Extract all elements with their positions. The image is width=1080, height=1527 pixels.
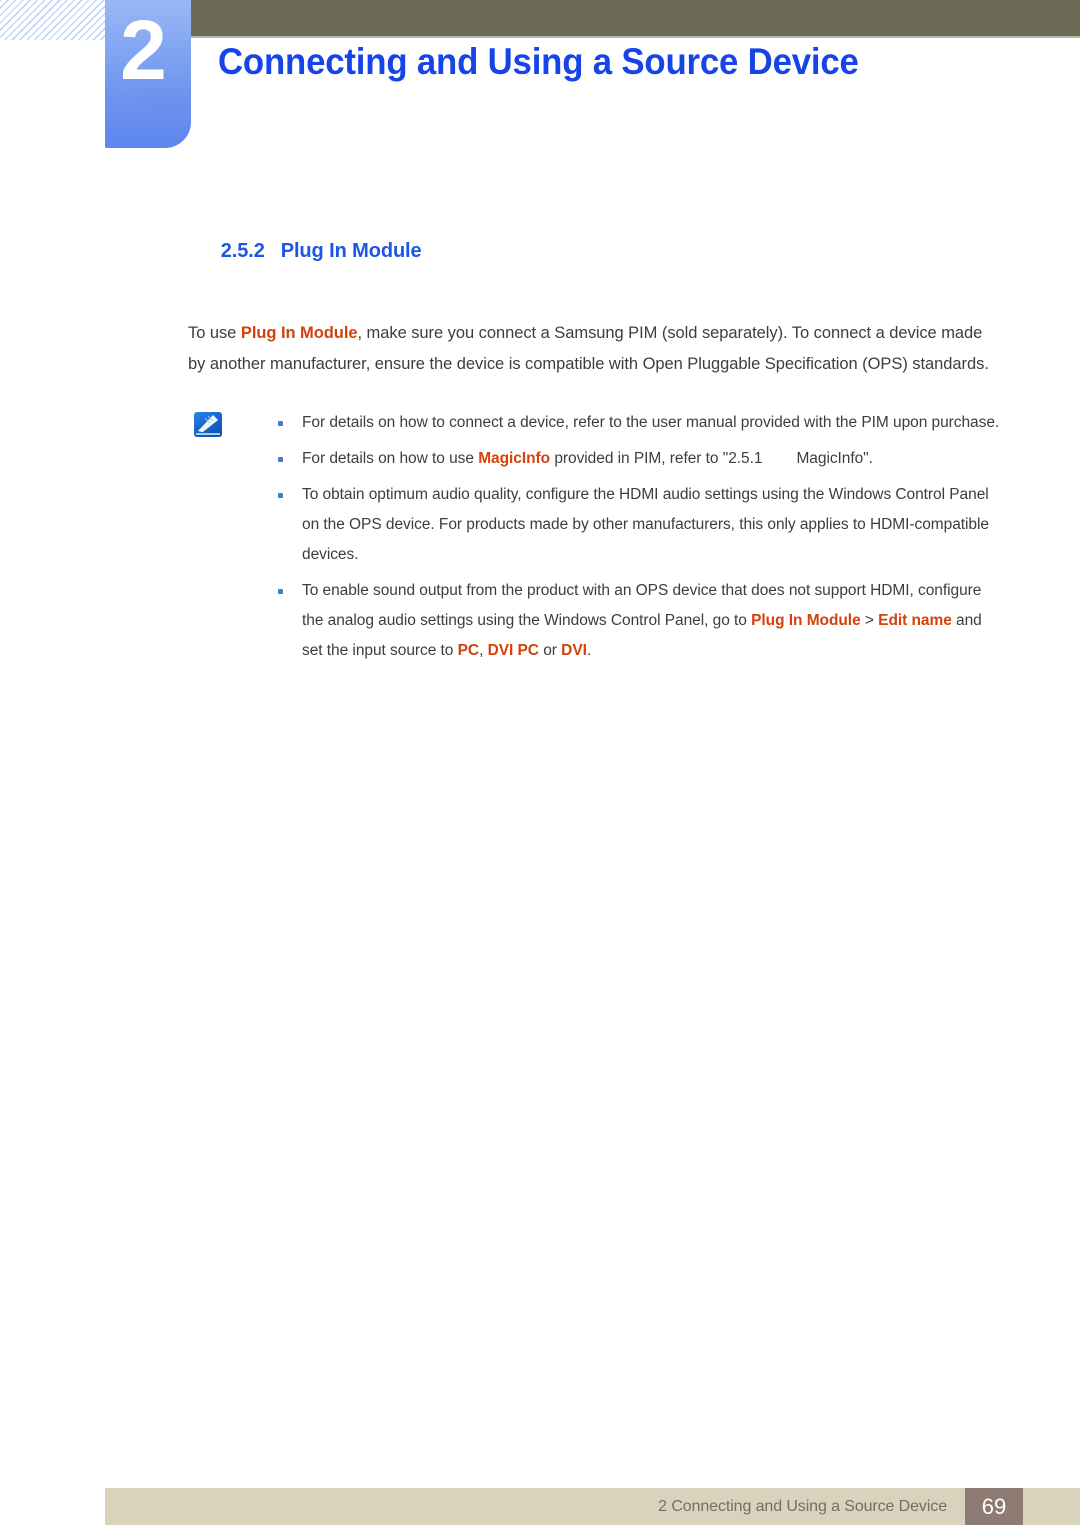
note-text: For details on how to use [302,450,479,467]
page-footer: 2 Connecting and Using a Source Device 6… [105,1488,1080,1525]
footer-text: 2 Connecting and Using a Source Device [658,1497,947,1515]
note-text: To obtain optimum audio quality, configu… [302,486,989,563]
page-number: 69 [965,1488,1023,1525]
note-text: , [479,642,488,659]
chapter-number-block: 2 [105,0,191,148]
note-highlight: DVI PC [487,642,539,659]
intro-text-before: To use [188,324,241,342]
header-bar [190,0,1080,36]
note-highlight: PC [457,642,480,659]
page-content: 2.5.2 Plug In Module To use Plug In Modul… [188,212,1004,672]
note-highlight: Edit name [878,612,952,629]
section-title: Plug In Module [280,240,422,262]
list-item: To obtain optimum audio quality, configu… [266,480,1004,570]
section-heading: 2.5.2 Plug In Module [188,212,1004,290]
note-text: provided in PIM, refer to "2.5.1 [550,450,763,467]
list-item: For details on how to connect a device, … [266,408,1004,438]
note-highlight: MagicInfo [478,450,551,467]
note-highlight: Plug In Module [751,612,861,629]
intro-paragraph: To use Plug In Module, make sure you con… [188,318,1004,380]
note-text: . [586,642,592,659]
list-item: For details on how to use MagicInfo prov… [266,444,1004,474]
chapter-title: Connecting and Using a Source Device [218,41,859,82]
note-highlight: DVI [561,642,587,659]
note-block: For details on how to connect a device, … [188,408,1004,666]
hatch-decoration [0,0,106,40]
chapter-number: 2 [120,3,167,97]
intro-highlight-plug-in-module: Plug In Module [240,324,358,342]
note-text: > [860,612,879,629]
note-text: For details on how to connect a device, … [302,414,1000,431]
section-number: 2.5.2 [220,240,265,262]
note-pen-icon [194,412,222,437]
note-text: MagicInfo". [796,450,873,467]
document-page: 2 Connecting and Using a Source Device 2… [0,0,1080,1527]
note-list: For details on how to connect a device, … [266,408,1004,666]
note-text: or [538,642,562,659]
list-item: To enable sound output from the product … [266,576,1004,666]
